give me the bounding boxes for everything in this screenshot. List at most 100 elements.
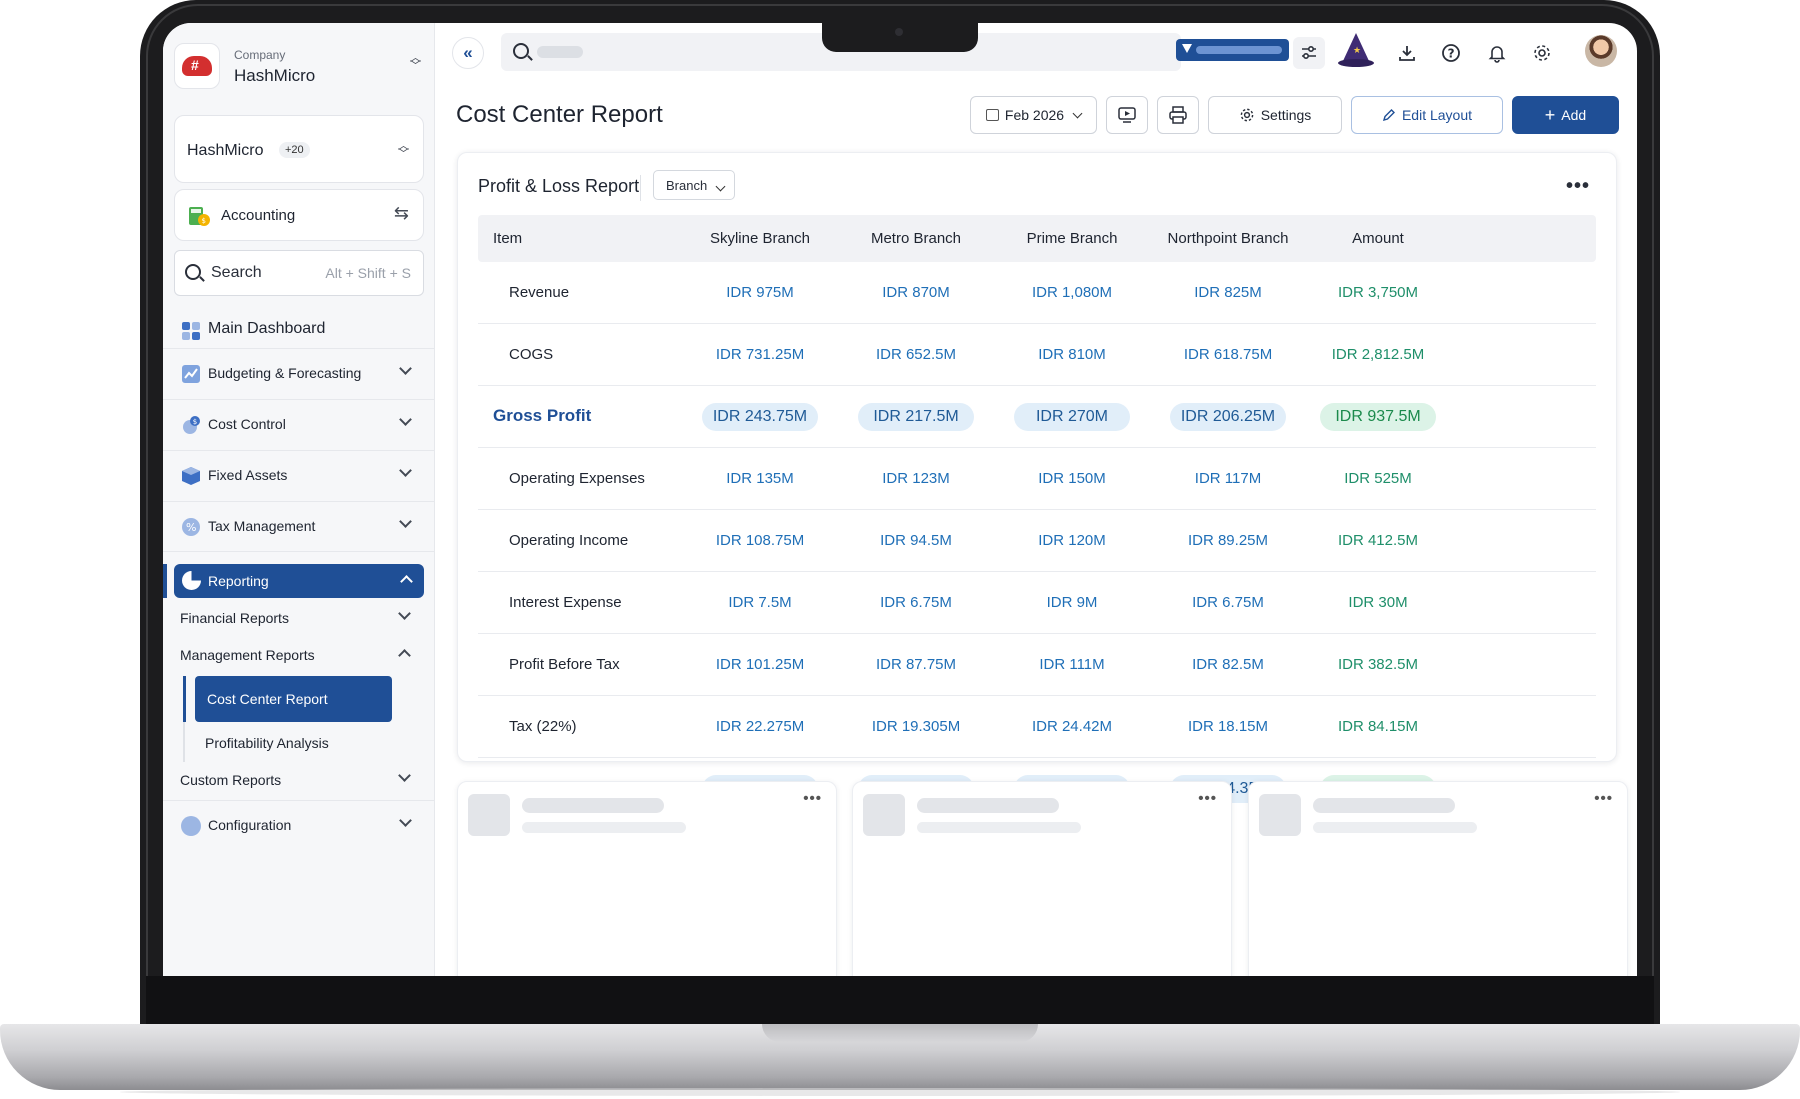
- value-cell-amount[interactable]: IDR 30M: [1303, 594, 1453, 611]
- value-cell-prime[interactable]: IDR 120M: [997, 532, 1147, 549]
- value-cell-prime[interactable]: IDR 810M: [997, 346, 1147, 363]
- value-cell-amount[interactable]: IDR 382.5M: [1303, 656, 1453, 673]
- value-pill-amount[interactable]: IDR 937.5M: [1320, 403, 1436, 431]
- sidebar-item-configuration[interactable]: Configuration: [163, 800, 435, 850]
- value-cell-amount[interactable]: IDR 412.5M: [1303, 532, 1453, 549]
- divider: [640, 175, 641, 201]
- gear-icon: [1534, 45, 1550, 61]
- value-cell-skyline[interactable]: IDR 135M: [685, 470, 835, 487]
- value-cell-prime[interactable]: IDR 111M: [997, 656, 1147, 673]
- kebab-icon[interactable]: •••: [1566, 175, 1590, 198]
- chevron-down-icon: [399, 363, 413, 377]
- dashboard-grid-icon: [182, 322, 200, 340]
- value-cell-northpoint[interactable]: IDR 18.15M: [1153, 718, 1303, 735]
- value-cell-northpoint[interactable]: IDR 117M: [1153, 470, 1303, 487]
- workspace-switcher[interactable]: HashMicro +20 ︿ ﹀: [174, 115, 424, 183]
- chevron-down-icon: [398, 770, 412, 784]
- value-cell-metro[interactable]: IDR 6.75M: [841, 594, 991, 611]
- value-cell-skyline[interactable]: IDR 22.275M: [685, 718, 835, 735]
- value-cell-northpoint[interactable]: IDR 89.25M: [1153, 532, 1303, 549]
- value-cell-metro[interactable]: IDR 19.305M: [841, 718, 991, 735]
- value-pill-prime[interactable]: IDR 270M: [1014, 403, 1130, 431]
- wizard-hat-icon[interactable]: ★: [1338, 33, 1374, 71]
- value-cell-skyline[interactable]: IDR 731.25M: [685, 346, 835, 363]
- kebab-icon[interactable]: •••: [1198, 790, 1217, 807]
- help-icon: ?: [1442, 44, 1460, 62]
- search-icon: [513, 43, 529, 59]
- value-pill-skyline[interactable]: IDR 243.75M: [702, 403, 818, 431]
- cost-gear-icon: $: [183, 416, 200, 434]
- sidebar-item-cost-center-report[interactable]: Cost Center Report: [195, 676, 392, 722]
- value-pill-northpoint[interactable]: IDR 206.25M: [1170, 403, 1286, 431]
- branch-filter-dropdown[interactable]: Branch: [653, 170, 735, 200]
- row-item-label: Operating Expenses: [509, 470, 645, 487]
- value-cell-metro[interactable]: IDR 652.5M: [841, 346, 991, 363]
- sidebar-search-input[interactable]: Search Alt + Shift + S: [174, 250, 424, 296]
- notifications-button[interactable]: [1481, 37, 1513, 69]
- row-item-label: COGS: [509, 346, 554, 363]
- sidebar-item-custom-reports[interactable]: Custom Reports: [180, 772, 281, 788]
- value-cell-amount[interactable]: IDR 3,750M: [1303, 284, 1453, 301]
- period-dropdown[interactable]: Feb 2026: [970, 96, 1097, 134]
- print-icon: [1169, 106, 1187, 124]
- sidebar-item-financial-reports[interactable]: Financial Reports: [180, 610, 289, 626]
- value-pill-metro[interactable]: IDR 217.5M: [858, 403, 974, 431]
- kebab-icon[interactable]: •••: [803, 790, 822, 807]
- tree-active-line: [183, 676, 186, 722]
- pie-chart-icon: [182, 571, 201, 590]
- value-cell-skyline[interactable]: IDR 108.75M: [685, 532, 835, 549]
- settings-gear-button[interactable]: [1526, 37, 1558, 69]
- sidebar-item-cost-control[interactable]: $ Cost Control: [163, 399, 435, 449]
- column-header-metro: Metro Branch: [870, 230, 962, 247]
- row-item-label: Gross Profit: [493, 406, 592, 425]
- calendar-icon: [985, 109, 999, 121]
- company-switcher[interactable]: Company HashMicro ︿﹀: [174, 38, 424, 94]
- value-cell-northpoint[interactable]: IDR 825M: [1153, 284, 1303, 301]
- sidebar-item-budgeting[interactable]: Budgeting & Forecasting: [163, 348, 435, 398]
- module-switcher[interactable]: $ Accounting ⇆: [174, 189, 424, 241]
- collapse-sidebar-button[interactable]: «: [452, 37, 484, 69]
- value-cell-amount[interactable]: IDR 2,812.5M: [1303, 346, 1453, 363]
- filter-placeholder: [1196, 46, 1282, 54]
- kebab-icon[interactable]: •••: [1594, 790, 1613, 807]
- value-cell-prime[interactable]: IDR 9M: [997, 594, 1147, 611]
- value-cell-prime[interactable]: IDR 150M: [997, 470, 1147, 487]
- column-header-item: Item: [493, 230, 523, 247]
- value-cell-prime[interactable]: IDR 24.42M: [997, 718, 1147, 735]
- value-cell-prime[interactable]: IDR 1,080M: [997, 284, 1147, 301]
- svg-text:%: %: [186, 521, 196, 534]
- value-cell-northpoint[interactable]: IDR 618.75M: [1153, 346, 1303, 363]
- chevron-down-icon: [715, 181, 726, 192]
- value-cell-metro[interactable]: IDR 87.75M: [841, 656, 991, 673]
- value-cell-northpoint[interactable]: IDR 82.5M: [1153, 656, 1303, 673]
- sidebar-item-label: Configuration: [208, 817, 292, 833]
- help-button[interactable]: ?: [1435, 37, 1467, 69]
- sidebar-item-profitability-analysis[interactable]: Profitability Analysis: [205, 735, 329, 751]
- row-item-label: Interest Expense: [509, 594, 622, 611]
- value-cell-amount[interactable]: IDR 525M: [1303, 470, 1453, 487]
- sidebar-item-tax-management[interactable]: % Tax Management: [163, 501, 435, 551]
- value-cell-amount[interactable]: IDR 84.15M: [1303, 718, 1453, 735]
- sidebar-item-fixed-assets[interactable]: Fixed Assets: [163, 450, 435, 500]
- value-cell-northpoint[interactable]: IDR 6.75M: [1153, 594, 1303, 611]
- value-cell-metro[interactable]: IDR 123M: [841, 470, 991, 487]
- add-button[interactable]: + Add: [1512, 96, 1619, 134]
- print-button[interactable]: [1157, 96, 1199, 134]
- settings-button[interactable]: Settings: [1208, 96, 1342, 134]
- avatar[interactable]: [1585, 35, 1617, 67]
- column-header-prime: Prime Branch: [1026, 230, 1118, 247]
- value-cell-skyline[interactable]: IDR 101.25M: [685, 656, 835, 673]
- sidebar-item-management-reports[interactable]: Management Reports: [180, 647, 315, 663]
- value-cell-metro[interactable]: IDR 870M: [841, 284, 991, 301]
- filter-button[interactable]: [1176, 39, 1289, 61]
- chevron-up-icon: [398, 645, 412, 659]
- present-button[interactable]: [1106, 96, 1148, 134]
- edit-layout-button[interactable]: Edit Layout: [1351, 96, 1503, 134]
- sidebar-item-reporting[interactable]: Reporting: [174, 564, 424, 598]
- value-cell-skyline[interactable]: IDR 7.5M: [685, 594, 835, 611]
- download-button[interactable]: [1391, 37, 1423, 69]
- sidebar-item-label: Main Dashboard: [208, 320, 326, 337]
- value-cell-metro[interactable]: IDR 94.5M: [841, 532, 991, 549]
- sliders-button[interactable]: [1293, 37, 1325, 69]
- value-cell-skyline[interactable]: IDR 975M: [685, 284, 835, 301]
